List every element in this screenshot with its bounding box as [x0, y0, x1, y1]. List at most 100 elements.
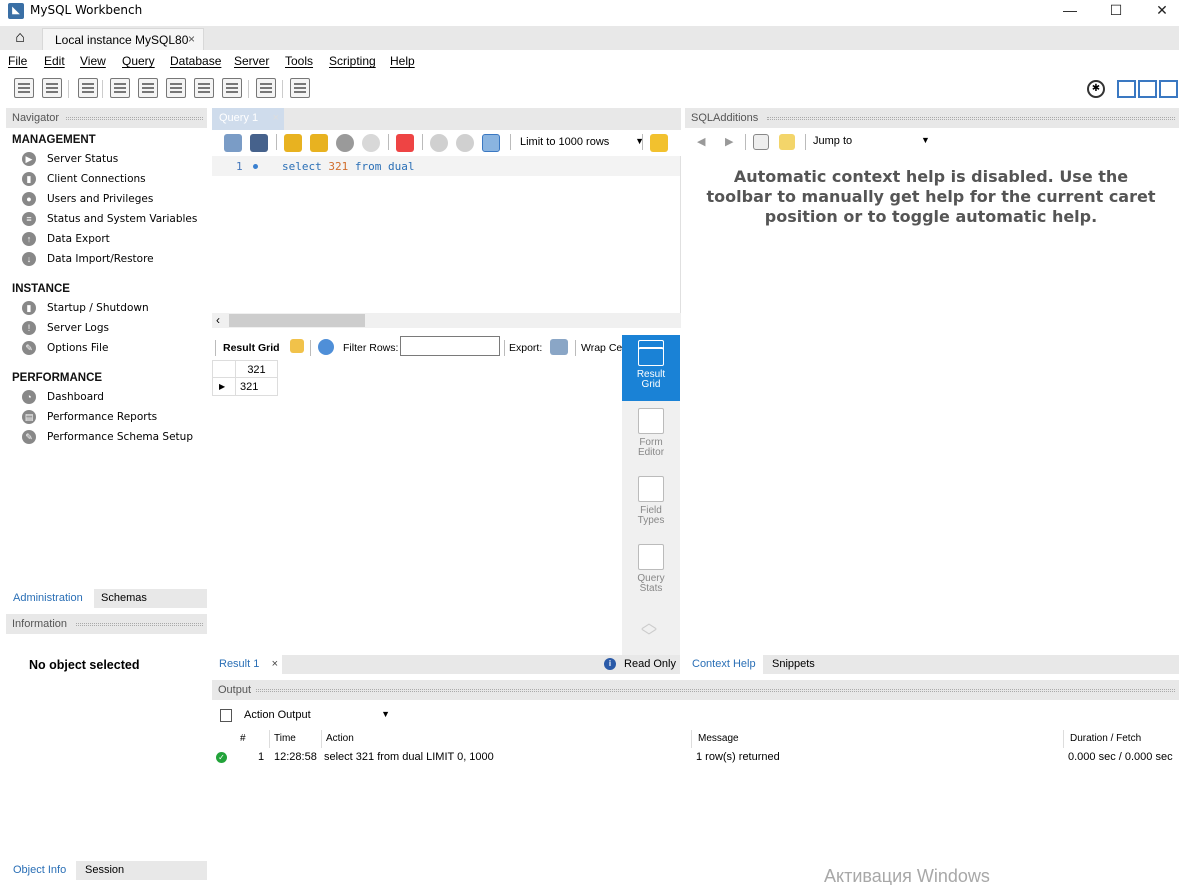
output-row-number: 1	[258, 751, 265, 763]
result-tab[interactable]: Result 1 ×	[212, 655, 282, 674]
save-icon[interactable]	[250, 134, 268, 152]
home-icon[interactable]: ⌂	[10, 29, 30, 47]
create-procedure-icon[interactable]	[194, 78, 214, 98]
reconnect-icon[interactable]	[290, 78, 310, 98]
rollback-icon[interactable]	[456, 134, 474, 152]
wrap-cell-label[interactable]: Wrap Ce	[581, 342, 622, 354]
minimize-button[interactable]: —	[1047, 0, 1093, 22]
search-table-data-icon[interactable]	[256, 78, 276, 98]
inspector-icon[interactable]	[78, 78, 98, 98]
chevron-down-icon: ▼	[381, 709, 390, 719]
context-help-message: Automatic context help is disabled. Use …	[706, 167, 1156, 226]
monitor-icon: ▮	[22, 172, 36, 186]
menu-scripting[interactable]: Scripting	[329, 54, 376, 68]
query-tab[interactable]: Query 1 ×	[212, 108, 284, 130]
close-result-tab-icon[interactable]: ×	[272, 658, 278, 670]
menu-edit[interactable]: Edit	[44, 54, 65, 68]
stop-icon[interactable]	[362, 134, 380, 152]
window-title: MySQL Workbench	[30, 3, 143, 17]
create-function-icon[interactable]	[222, 78, 242, 98]
scroll-left-icon[interactable]: ‹	[216, 313, 220, 327]
mysql-dolphin-icon: ◣	[8, 3, 24, 19]
result-grid-view-button[interactable]: Result Grid	[622, 335, 680, 401]
forward-arrow-icon[interactable]: ▶	[725, 135, 733, 148]
limit-rows-label: Limit to 1000 rows	[520, 136, 610, 148]
scroll-thumb[interactable]	[229, 314, 365, 327]
toggle-output-icon[interactable]	[1138, 80, 1157, 98]
copy-icon[interactable]	[220, 709, 232, 722]
commit-icon[interactable]	[430, 134, 448, 152]
open-sql-script-icon[interactable]	[42, 78, 62, 98]
toggle-error-stop-icon[interactable]	[396, 134, 414, 152]
connection-tab-label: Local instance MySQL80	[55, 33, 189, 47]
menu-help[interactable]: Help	[390, 54, 415, 68]
column-header[interactable]: 321	[236, 360, 278, 378]
row-selector-arrow-icon[interactable]: ▶	[212, 378, 236, 396]
tab-snippets[interactable]: Snippets	[765, 655, 821, 674]
sql-editor[interactable]: 1 select 321 from dual	[212, 156, 681, 313]
result-grid[interactable]: 321 ▶ 321	[212, 360, 622, 655]
gear-icon[interactable]: ✱	[1087, 80, 1105, 98]
jump-to-select[interactable]: Jump to	[813, 135, 852, 147]
output-col-number: #	[236, 730, 270, 748]
connection-tab-bar: ⌂ Local instance MySQL80 ×	[0, 26, 1179, 50]
add-snippet-star-icon[interactable]	[650, 134, 668, 152]
menu-tools[interactable]: Tools	[285, 54, 313, 68]
grid-columns-icon[interactable]	[290, 339, 304, 353]
sql-additions-tabs: Context Help Snippets	[685, 655, 1179, 674]
result-view-switcher: Result Grid Form Editor Field Types Quer…	[622, 335, 680, 655]
output-panel: Output Action Output ▼ # Time Action Mes…	[212, 680, 1179, 880]
auto-commit-icon[interactable]	[482, 134, 500, 152]
export-icon[interactable]	[550, 339, 568, 355]
main-toolbar: ✱	[0, 74, 1179, 104]
menu-file[interactable]: File	[8, 54, 27, 68]
menu-database[interactable]: Database	[170, 54, 221, 68]
connection-tab[interactable]: Local instance MySQL80 ×	[42, 28, 204, 50]
explain-icon[interactable]	[336, 134, 354, 152]
execute-current-icon[interactable]	[310, 134, 328, 152]
result-tab-label: Result 1	[219, 658, 260, 670]
maximize-button[interactable]: ☐	[1093, 0, 1139, 22]
upload-icon: ↑	[22, 232, 36, 246]
form-editor-view-button[interactable]: Form Editor	[622, 403, 680, 469]
open-folder-icon[interactable]	[224, 134, 242, 152]
create-schema-icon[interactable]	[110, 78, 130, 98]
result-tabs: Result 1 × i Read Only	[212, 655, 680, 674]
filter-rows-input[interactable]	[400, 336, 500, 356]
section-instance: INSTANCE	[12, 283, 70, 295]
output-row-duration: 0.000 sec / 0.000 sec	[1068, 751, 1173, 763]
query-tab-bar: Query 1 ×	[212, 108, 681, 130]
create-table-icon[interactable]	[138, 78, 158, 98]
editor-horizontal-scrollbar[interactable]: ‹	[212, 313, 681, 328]
menu-server[interactable]: Server	[234, 54, 269, 68]
menu-bar: File Edit View Query Database Server Too…	[0, 50, 1179, 72]
result-toolbar: Result Grid Filter Rows: Export: Wrap Ce	[212, 336, 622, 360]
menu-view[interactable]: View	[80, 54, 106, 68]
back-arrow-icon[interactable]: ◀	[697, 135, 705, 148]
auto-help-icon[interactable]	[779, 134, 795, 150]
tab-object-info[interactable]: Object Info	[6, 861, 76, 880]
output-type-select[interactable]: Action Output ▼	[220, 707, 390, 725]
close-connection-tab-icon[interactable]: ×	[188, 32, 195, 46]
field-types-view-button[interactable]: Field Types	[622, 471, 680, 537]
tab-schemas[interactable]: Schemas	[94, 589, 153, 608]
refresh-icon[interactable]	[318, 339, 334, 355]
limit-rows-select[interactable]: Limit to 1000 rows ▼	[518, 134, 648, 152]
new-sql-tab-icon[interactable]	[14, 78, 34, 98]
toggle-secondary-sidebar-icon[interactable]	[1159, 80, 1178, 98]
sql-statement: select 321 from dual	[282, 160, 415, 173]
toggle-sidebar-icon[interactable]	[1117, 80, 1136, 98]
more-views-chevron-icon[interactable]: ︿ ﹀	[641, 616, 657, 646]
sql-additions-toolbar: ◀ ▶ Jump to ▼	[685, 130, 1179, 156]
tab-session[interactable]: Session	[78, 861, 130, 880]
close-query-tab-icon[interactable]: ×	[273, 112, 279, 124]
manual-help-icon[interactable]	[753, 134, 769, 150]
tab-context-help[interactable]: Context Help	[685, 655, 763, 674]
tab-administration[interactable]: Administration	[6, 589, 94, 608]
query-stats-view-button[interactable]: Query Stats	[622, 539, 680, 605]
create-view-icon[interactable]	[166, 78, 186, 98]
grid-cell[interactable]: 321	[236, 378, 278, 396]
execute-icon[interactable]	[284, 134, 302, 152]
close-window-button[interactable]: ✕	[1139, 0, 1179, 22]
menu-query[interactable]: Query	[122, 54, 155, 68]
